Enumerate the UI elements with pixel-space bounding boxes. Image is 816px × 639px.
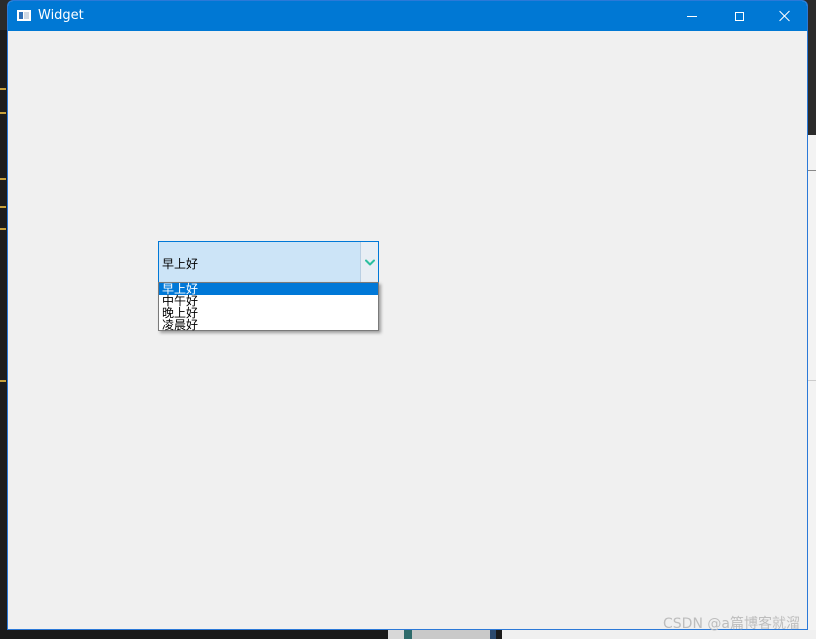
- maximize-icon: [734, 11, 744, 21]
- maximize-button[interactable]: [716, 1, 762, 31]
- background-fragment: [808, 0, 816, 135]
- background-window-strip: [808, 0, 816, 639]
- minimize-icon: [687, 15, 697, 17]
- background-fragment: [0, 178, 6, 180]
- background-fragment: [404, 630, 412, 639]
- dropdown-option[interactable]: 凌晨好: [159, 319, 378, 331]
- background-fragment: [388, 630, 404, 639]
- watermark-text: CSDN @a篇博客就溜: [663, 616, 800, 632]
- title-bar[interactable]: Widget: [8, 1, 807, 31]
- close-button[interactable]: [762, 1, 807, 31]
- background-fragment: [0, 228, 6, 230]
- widget-window: Widget 早上好 早上好 中午好 晚上好 凌晨好: [7, 0, 808, 630]
- combobox-dropdown-button[interactable]: [360, 242, 378, 282]
- background-fragment: [490, 630, 496, 639]
- background-fragment: [0, 88, 6, 90]
- background-fragment: [412, 630, 490, 639]
- combobox-dropdown-list: 早上好 中午好 晚上好 凌晨好: [158, 282, 379, 331]
- minimize-button[interactable]: [669, 1, 715, 31]
- background-fragment: [808, 170, 816, 171]
- chevron-down-icon: [364, 259, 375, 265]
- background-fragment: [808, 380, 816, 381]
- close-icon: [779, 10, 791, 22]
- app-window-icon: [17, 10, 31, 21]
- background-fragment: [0, 206, 6, 208]
- background-fragment: [0, 112, 6, 114]
- greeting-combobox[interactable]: 早上好: [158, 241, 379, 283]
- combobox-current-value: 早上好: [162, 257, 199, 271]
- window-title: Widget: [38, 8, 84, 23]
- background-fragment: [0, 380, 6, 382]
